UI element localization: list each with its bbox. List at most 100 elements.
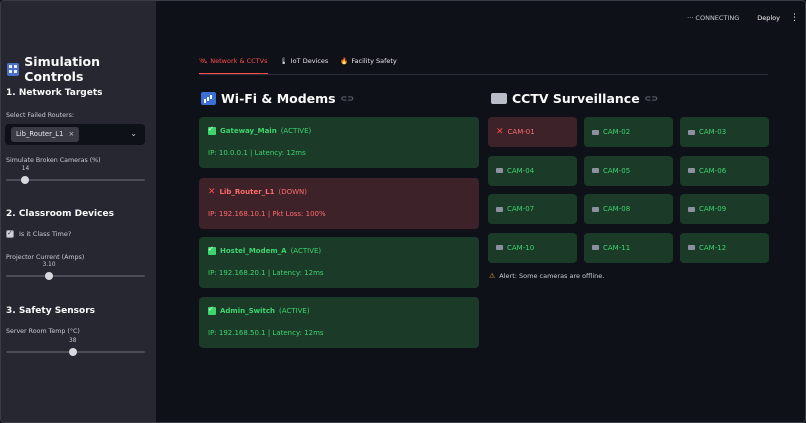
slider-value: 14: [21, 166, 30, 172]
camera-icon: [496, 245, 503, 250]
camera-label: CAM-11: [603, 243, 631, 252]
camera-label: CAM-04: [507, 166, 535, 175]
camera-label: CAM-12: [699, 243, 727, 252]
camera-icon: [592, 129, 599, 135]
camera-tile: CAM-03: [680, 117, 769, 147]
class-time-row[interactable]: Is it Class Time?: [6, 229, 72, 238]
camera-tile: CAM-05: [584, 155, 673, 186]
camera-tile: CAM-06: [680, 155, 769, 186]
router-status: (ACTIVE): [280, 127, 312, 135]
router-name: Gateway_Main: [220, 127, 277, 135]
server-temp-slider[interactable]: 38: [6, 338, 145, 356]
slider-thumb[interactable]: [21, 176, 30, 184]
camera-label: CAM-05: [603, 166, 631, 175]
signal-bars-icon: [201, 92, 216, 105]
camera-label: CAM-02: [603, 128, 631, 136]
camera-icon: [592, 245, 599, 250]
camera-tile: ✕ CAM-01: [488, 117, 577, 147]
sidebar-title-text: Simulation Controls: [24, 54, 100, 84]
broken-cameras-label: Simulate Broken Cameras (%): [6, 157, 101, 164]
warning-icon: ⚠: [489, 272, 496, 280]
camera-tile: CAM-04: [488, 155, 577, 186]
camera-icon: [688, 206, 695, 212]
router-detail: IP: 192.168.50.1 | Latency: 12ms: [208, 329, 324, 337]
camera-icon: [688, 245, 695, 250]
section-classroom-devices: 2. Classroom Devices: [6, 209, 114, 219]
router-card: ✕ Lib_Router_L1 (DOWN) IP: 192.168.10.1 | …: [199, 178, 479, 229]
projector-current-label: Projector Current (Amps): [6, 254, 85, 261]
remove-chip-icon[interactable]: ×: [68, 127, 74, 142]
anchor-link-icon[interactable]: ⊂⊃: [341, 94, 354, 103]
fire-icon: 🔥: [340, 57, 349, 65]
kebab-menu-icon[interactable]: ⋮: [790, 13, 799, 23]
wifi-section-title: Wi-Fi & Modems ⊂⊃: [201, 91, 354, 106]
router-name: Admin_Switch: [220, 307, 275, 315]
check-icon: [208, 305, 216, 315]
camera-tile: CAM-12: [680, 232, 769, 263]
slider-value: 38: [69, 338, 77, 344]
cctv-alert: ⚠ Alert: Some cameras are offline.: [489, 272, 605, 280]
camera-tile: CAM-11: [584, 232, 673, 263]
tab-bar: 🛰 Network & CCTVs 🌡 IoT Devices 🔥 Facili…: [199, 57, 397, 75]
section-network-targets: 1. Network Targets: [6, 88, 103, 98]
broken-cameras-slider[interactable]: 14: [6, 166, 145, 184]
router-status: (DOWN): [278, 188, 308, 196]
router-status: (ACTIVE): [279, 307, 310, 315]
camera-tile: CAM-02: [584, 117, 673, 147]
satellite-icon: 🛰: [199, 57, 208, 65]
tab-facility-safety[interactable]: 🔥 Facility Safety: [340, 57, 396, 75]
selected-router-chip[interactable]: Lib_Router_L1 ×: [11, 127, 80, 142]
router-detail: IP: 192.168.10.1 | Pkt Loss: 100%: [208, 210, 326, 218]
server-temp-label: Server Room Temp (°C): [6, 328, 80, 335]
camera-icon: [496, 206, 503, 212]
slider-thumb[interactable]: [68, 348, 77, 356]
slider-value: 3.10: [42, 262, 56, 268]
camera-label: CAM-03: [699, 128, 727, 136]
check-icon: [208, 125, 216, 135]
class-time-label: Is it Class Time?: [19, 230, 72, 238]
section-safety-sensors: 3. Safety Sensors: [6, 306, 96, 316]
router-status: (ACTIVE): [290, 247, 322, 255]
camera-icon: [496, 168, 503, 173]
deploy-button[interactable]: Deploy: [757, 14, 780, 22]
main-area: ··· CONNECTING Deploy ⋮ 🛰 Network & CCTV…: [156, 1, 805, 422]
class-time-checkbox[interactable]: [6, 229, 14, 238]
failed-routers-multiselect[interactable]: Lib_Router_L1 × ⌄: [5, 124, 145, 145]
app-window: Simulation Controls 1. Network Targets S…: [0, 0, 806, 423]
router-name: Lib_Router_L1: [219, 188, 275, 196]
anchor-link-icon[interactable]: ⊂⊃: [645, 94, 658, 103]
router-detail: IP: 10.0.0.1 | Latency: 12ms: [208, 149, 306, 157]
router-card: Admin_Switch (ACTIVE) IP: 192.168.50.1 | …: [199, 297, 479, 348]
camera-label: CAM-06: [699, 166, 727, 175]
router-detail: IP: 192.168.20.1 | Latency: 12ms: [208, 269, 324, 277]
toolbar: ··· CONNECTING Deploy ⋮: [687, 13, 799, 23]
camera-icon: [491, 93, 507, 104]
camera-icon: [688, 129, 695, 135]
failed-routers-label: Select Failed Routers:: [6, 112, 74, 119]
cross-icon: ✕: [208, 187, 216, 197]
camera-label: CAM-09: [699, 205, 727, 213]
connection-status: ··· CONNECTING: [687, 14, 740, 22]
projector-current-slider[interactable]: 3.10: [6, 262, 145, 280]
running-dots-icon: ···: [687, 14, 694, 22]
camera-tile: CAM-08: [584, 194, 673, 224]
control-knobs-icon: [7, 62, 20, 76]
slider-thumb[interactable]: [45, 272, 54, 280]
check-icon: [208, 245, 216, 255]
sidebar-title: Simulation Controls: [7, 54, 156, 84]
tab-network-cctvs[interactable]: 🛰 Network & CCTVs: [199, 57, 268, 75]
camera-tile: CAM-07: [488, 194, 577, 224]
camera-label: CAM-07: [507, 205, 535, 213]
chevron-down-icon[interactable]: ⌄: [130, 129, 137, 138]
cctv-section-title: CCTV Surveillance ⊂⊃: [491, 91, 658, 106]
router-card: Hostel_Modem_A(ACTIVE) IP: 192.168.20.1 …: [199, 237, 479, 288]
chip-label: Lib_Router_L1: [16, 130, 64, 138]
camera-tile: CAM-09: [680, 194, 769, 224]
camera-label: CAM-10: [507, 243, 535, 252]
sidebar: Simulation Controls 1. Network Targets S…: [1, 1, 156, 422]
router-name: Hostel_Modem_A: [220, 247, 287, 255]
tab-divider: [199, 74, 768, 75]
tab-iot-devices[interactable]: 🌡 IoT Devices: [280, 57, 329, 75]
camera-label: CAM-01: [507, 128, 535, 136]
thermometer-icon: 🌡: [279, 57, 288, 65]
